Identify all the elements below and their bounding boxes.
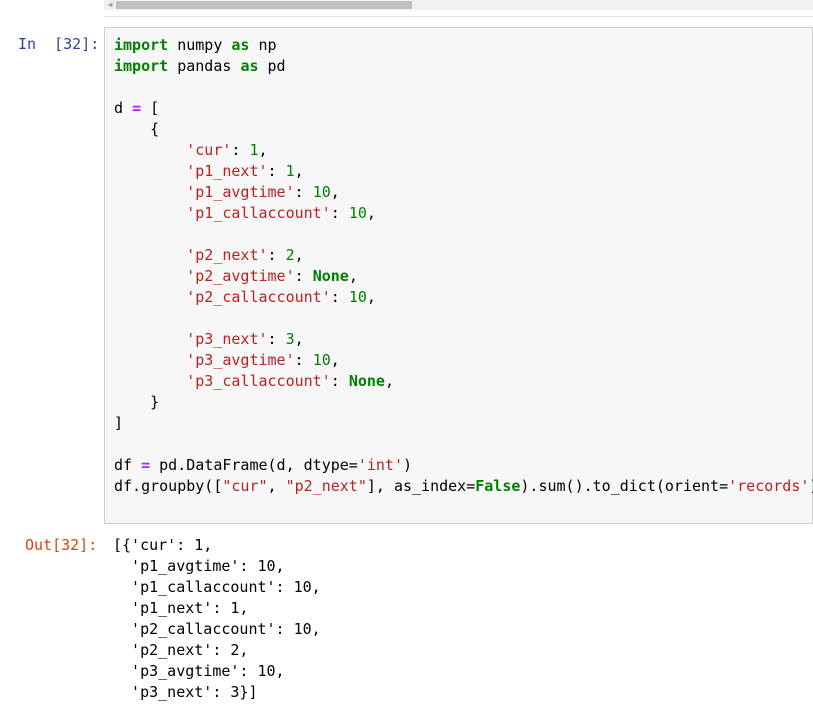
key-p2-callaccount: 'p2_callaccount' bbox=[186, 288, 331, 306]
code-editor[interactable]: import numpy as np import pandas as pd d… bbox=[114, 35, 813, 497]
op-assign: = bbox=[132, 99, 142, 117]
mod-numpy: numpy bbox=[168, 36, 232, 54]
close-brace: } bbox=[114, 393, 160, 411]
cell-output: [{'cur': 1, 'p1_avgtime': 10, 'p1_callac… bbox=[113, 535, 321, 703]
kw-as: as bbox=[231, 36, 250, 54]
cell-separator bbox=[104, 16, 813, 17]
kw-import: import bbox=[114, 36, 169, 54]
output-line: 'p1_avgtime': 10, bbox=[113, 557, 285, 575]
output-line: 'p2_callaccount': 10, bbox=[113, 620, 321, 638]
key-p1-avgtime: 'p1_avgtime' bbox=[186, 183, 295, 201]
output-line: 'p2_next': 2, bbox=[113, 641, 249, 659]
output-prompt: Out[32]: bbox=[25, 536, 98, 554]
input-prompt: In [32]: bbox=[18, 35, 100, 53]
scroll-left-arrow-icon[interactable]: ◀ bbox=[104, 0, 116, 10]
alias-pd: pd bbox=[258, 57, 286, 75]
kw-as: as bbox=[240, 57, 259, 75]
key-p3-next: 'p3_next' bbox=[186, 330, 268, 348]
key-p3-callaccount: 'p3_callaccount' bbox=[186, 372, 331, 390]
alias-np: np bbox=[249, 36, 277, 54]
key-cur: 'cur' bbox=[186, 141, 232, 159]
key-p3-avgtime: 'p3_avgtime' bbox=[186, 351, 295, 369]
key-p1-next: 'p1_next' bbox=[186, 162, 268, 180]
mod-pandas: pandas bbox=[168, 57, 241, 75]
output-line: [{'cur': 1, bbox=[113, 536, 213, 554]
open-bracket: [ bbox=[141, 99, 160, 117]
horizontal-scrollbar[interactable]: ◀ bbox=[104, 0, 813, 10]
scrollbar-thumb[interactable] bbox=[116, 1, 412, 9]
output-line: 'p1_callaccount': 10, bbox=[113, 578, 321, 596]
open-brace: { bbox=[114, 120, 160, 138]
var-d: d bbox=[114, 99, 133, 117]
key-p2-next: 'p2_next' bbox=[186, 246, 268, 264]
kw-import: import bbox=[114, 57, 169, 75]
key-p2-avgtime: 'p2_avgtime' bbox=[186, 267, 295, 285]
var-df: df bbox=[114, 456, 142, 474]
output-line: 'p3_next': 3}] bbox=[113, 683, 258, 701]
key-p1-callaccount: 'p1_callaccount' bbox=[186, 204, 331, 222]
code-cell-input[interactable]: import numpy as np import pandas as pd d… bbox=[104, 27, 813, 524]
output-line: 'p3_avgtime': 10, bbox=[113, 662, 285, 680]
close-bracket: ] bbox=[114, 414, 124, 432]
output-line: 'p1_next': 1, bbox=[113, 599, 249, 617]
